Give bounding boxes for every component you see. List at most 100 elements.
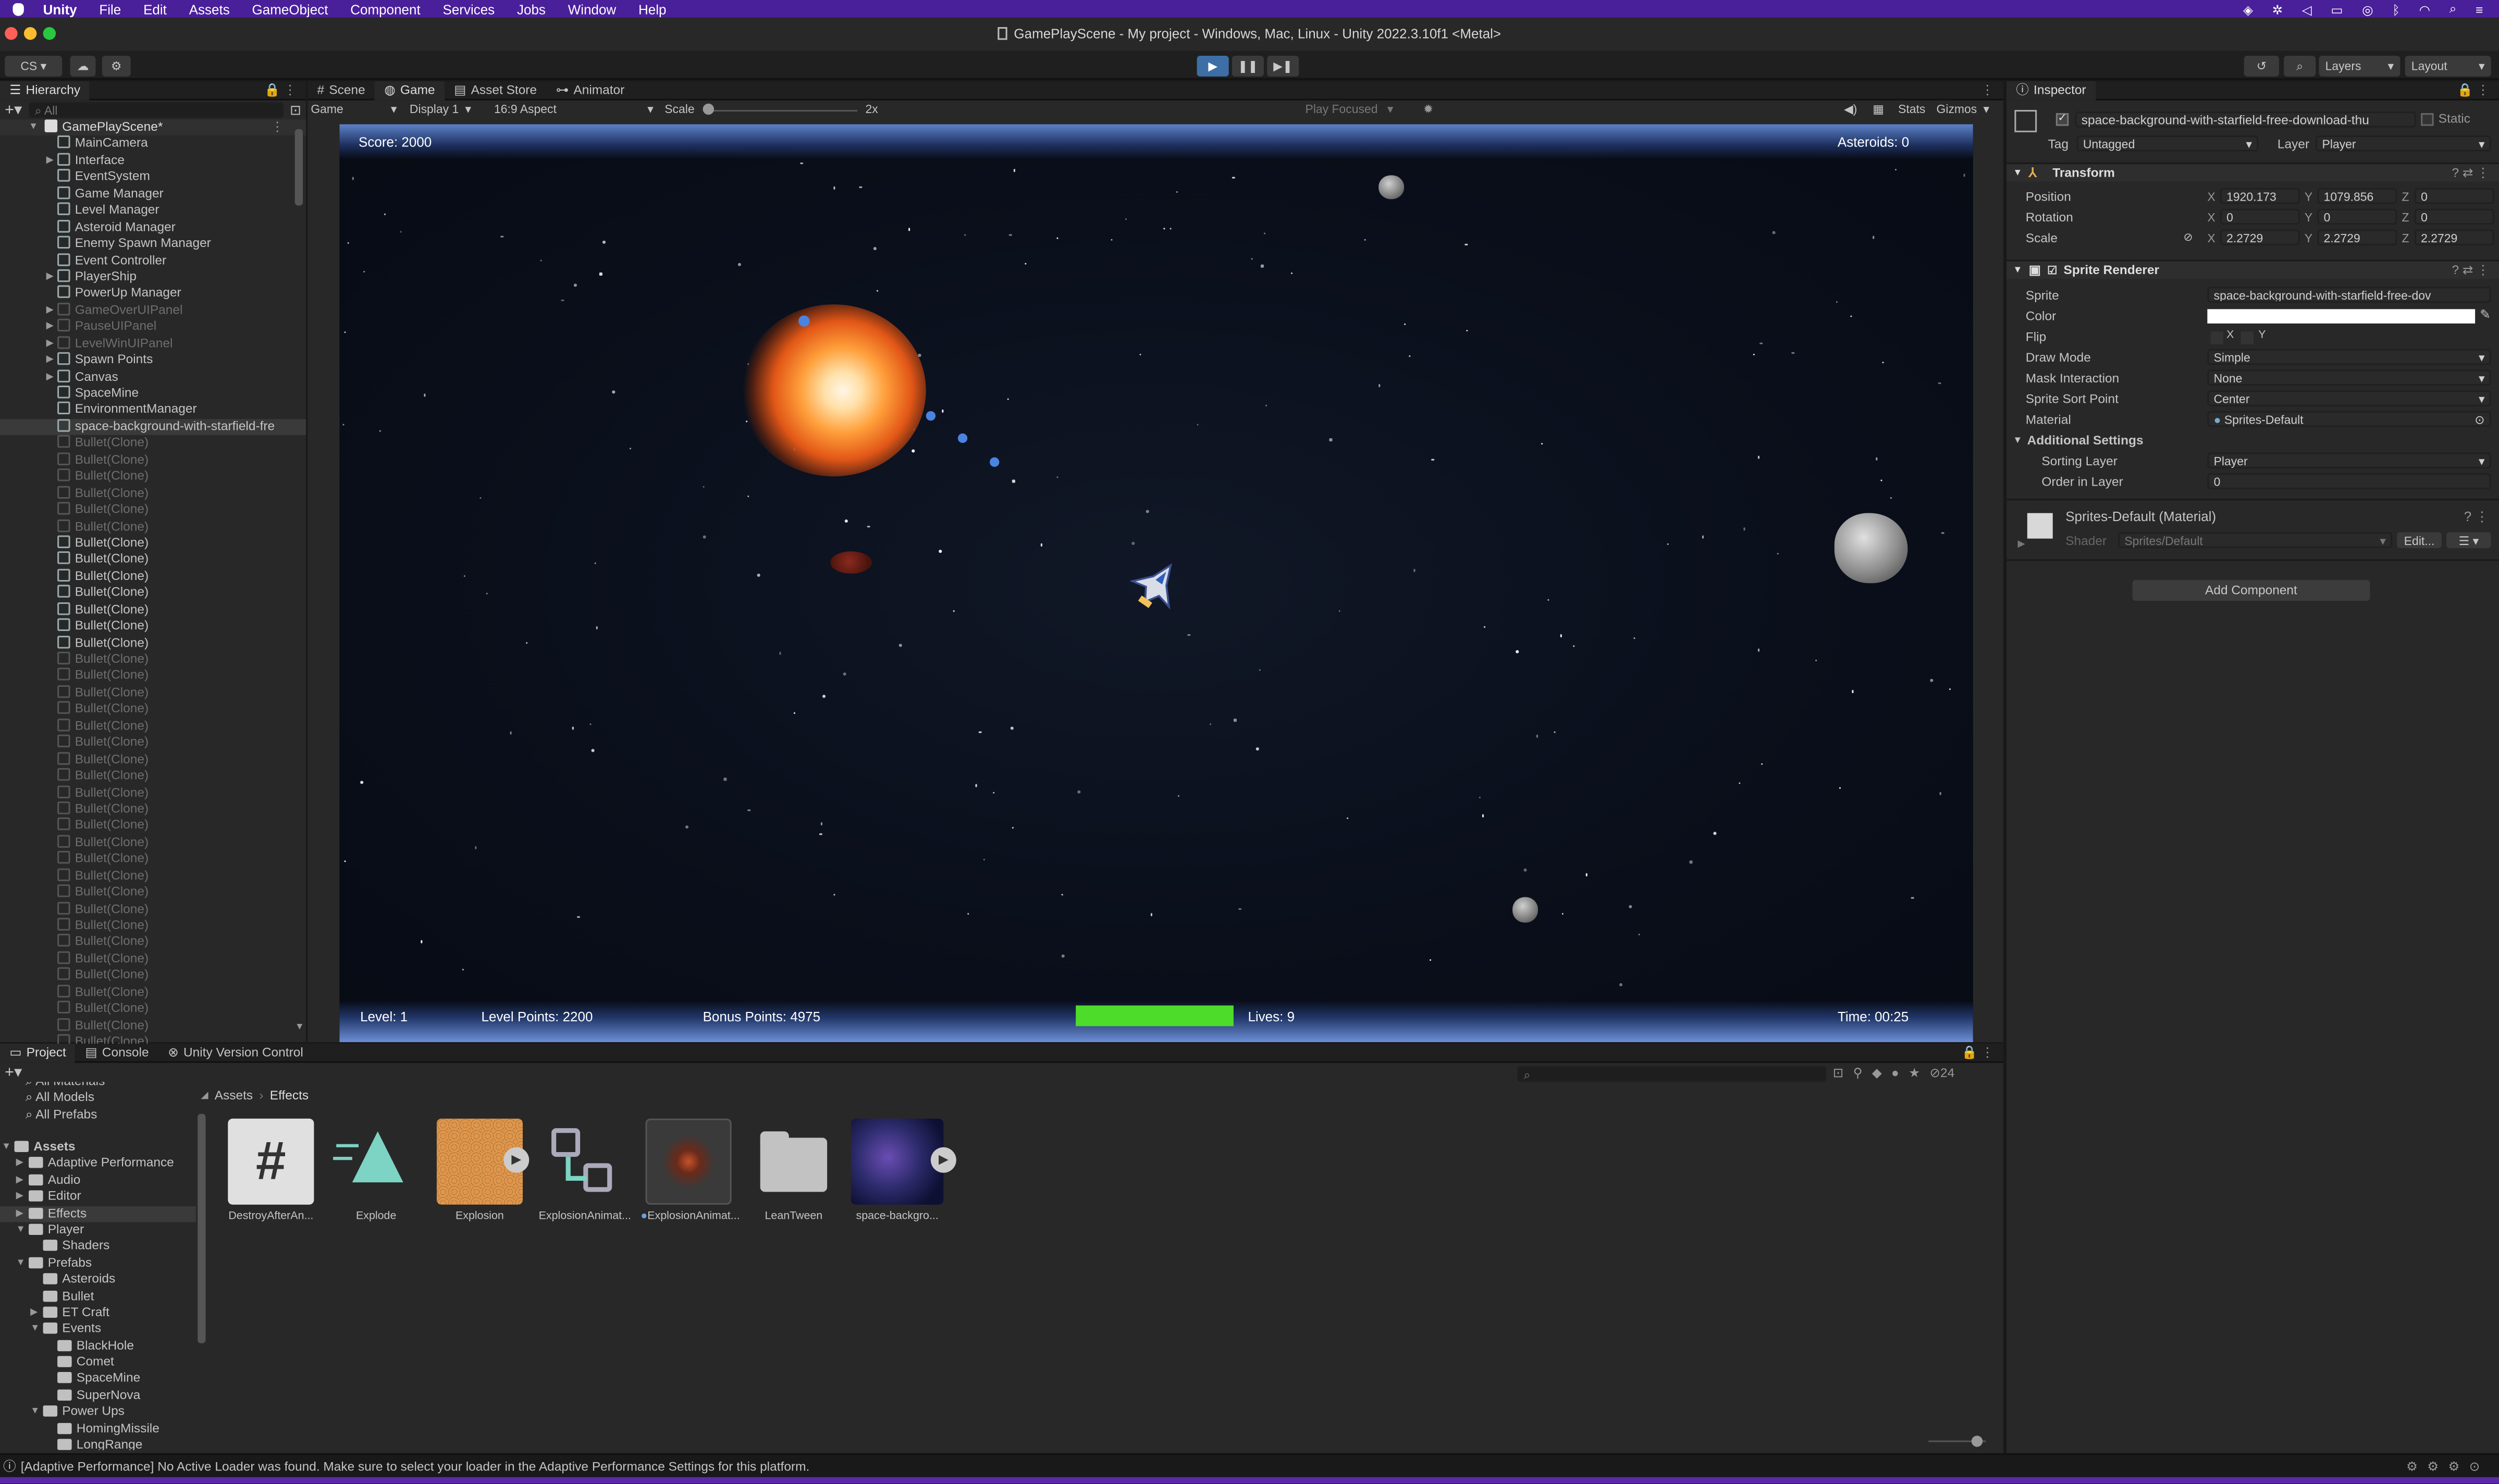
tab-animator[interactable]: ⊶ Animator [546, 80, 634, 100]
folder-item[interactable]: ▶ Editor [0, 1189, 196, 1206]
hierarchy-item[interactable]: ▶ PauseUIPanel [0, 319, 306, 336]
sprite-field[interactable]: space-background-with-starfield-free-dov [2207, 287, 2491, 303]
hierarchy-item[interactable]: Bullet(Clone) [0, 751, 306, 768]
search-by-label-icon[interactable]: ⚲ [1853, 1066, 1863, 1081]
expand-arrow-icon[interactable]: ▼ [16, 1255, 26, 1272]
transform-position-y-input[interactable]: 1079.856 [2317, 188, 2397, 204]
stats-button[interactable]: Stats [1898, 102, 1925, 117]
hierarchy-item[interactable]: Bullet(Clone) [0, 818, 306, 835]
hierarchy-item[interactable]: Game Manager [0, 186, 306, 203]
expand-arrow-icon[interactable]: ▶ [16, 1172, 23, 1189]
asset-explosion-animator[interactable]: ExplosionAnimat... [537, 1119, 633, 1222]
asset-space-background[interactable]: ▶ space-backgro... [850, 1118, 956, 1222]
component-menu-icon[interactable]: ? ⋮ [2464, 509, 2489, 526]
hierarchy-item[interactable]: Bullet(Clone) [0, 1017, 306, 1034]
hierarchy-item[interactable]: Bullet(Clone) [0, 785, 306, 801]
hierarchy-item[interactable]: Bullet(Clone) [0, 485, 306, 502]
folder-item[interactable]: Bullet [0, 1288, 196, 1305]
airdrop-icon[interactable]: ◎ [2362, 3, 2373, 17]
favorite-item[interactable]: ⌕ All Materials [26, 1082, 105, 1090]
scale-slider-handle[interactable] [703, 103, 714, 115]
transform-scale-z-input[interactable]: 2.2729 [2414, 229, 2494, 245]
control-center-icon[interactable]: ≡ [2476, 3, 2483, 17]
folder-item[interactable]: ▶ ET Craft [0, 1305, 196, 1321]
hierarchy-item[interactable]: Bullet(Clone) [0, 452, 306, 469]
transform-rotation-x-input[interactable]: 0 [2220, 208, 2300, 225]
hierarchy-item[interactable]: Bullet(Clone) [0, 468, 306, 486]
add-icon[interactable]: +▾ [5, 101, 22, 119]
hierarchy-item[interactable]: Bullet(Clone) [0, 801, 306, 818]
flip-x-checkbox[interactable] [2210, 331, 2223, 344]
hierarchy-item[interactable]: Bullet(Clone) [0, 701, 306, 718]
display-dropdown[interactable]: Display 1 ▾ [410, 102, 489, 117]
folder-item[interactable]: BlackHole [0, 1338, 196, 1355]
asset-explode[interactable]: Explode [328, 1119, 424, 1222]
panel-menu-icon[interactable]: 🔒 ⋮ [264, 83, 297, 97]
hierarchy-item[interactable]: ▶ GameOverUIPanel [0, 302, 306, 319]
mute-icon[interactable]: ◁ [2302, 3, 2312, 17]
game-viewport[interactable]: Score: 2000 Asteroids: 0 Level: 1 Level … [339, 124, 1973, 1042]
transform-scale-y-input[interactable]: 2.2729 [2317, 229, 2397, 245]
status-bar[interactable]: ⓘ [Adaptive Performance] No Active Loade… [0, 1453, 2499, 1477]
audio-icon[interactable]: ◀) [1844, 102, 1857, 117]
hierarchy-item[interactable]: Bullet(Clone) [0, 735, 306, 751]
transform-rotation-y-input[interactable]: 0 [2317, 208, 2397, 225]
expand-arrow-icon[interactable]: ▶ [30, 1305, 38, 1321]
account-dropdown[interactable]: CS ▾ [5, 56, 63, 77]
wifi-icon[interactable]: ◠ [2419, 3, 2430, 17]
hierarchy-item[interactable]: SpaceMine [0, 386, 306, 402]
hierarchy-item[interactable]: Bullet(Clone) [0, 601, 306, 619]
expand-arrow-icon[interactable]: ▶ [46, 319, 54, 336]
search-icon[interactable]: ⌕ [2284, 56, 2316, 77]
folder-item[interactable]: ▼ Events [0, 1321, 196, 1338]
layer-dropdown[interactable]: Player ▾ [2316, 135, 2491, 152]
tab-version-control[interactable]: ⊗ Unity Version Control [158, 1043, 313, 1062]
material-field[interactable]: ● Sprites-Default ⊙ [2207, 411, 2491, 427]
transform-rotation-z-input[interactable]: 0 [2414, 208, 2494, 225]
hierarchy-search-input[interactable]: ⌕ All [28, 102, 284, 118]
order-in-layer-input[interactable]: 0 [2207, 473, 2491, 489]
dropbox-icon[interactable]: ✲ [2272, 3, 2283, 17]
tab-asset-store[interactable]: ▤ Asset Store [445, 80, 546, 100]
hierarchy-item[interactable]: Bullet(Clone) [0, 651, 306, 669]
sprite-renderer-checkbox[interactable]: ☑ [2047, 264, 2057, 276]
tree-scrollbar[interactable] [198, 1114, 206, 1343]
color-swatch[interactable] [2207, 309, 2476, 324]
hidden-packages-icon[interactable]: ⊘24 [1929, 1066, 1954, 1081]
hierarchy-item[interactable]: Bullet(Clone) [0, 1001, 306, 1018]
hierarchy-item[interactable]: Bullet(Clone) [0, 968, 306, 984]
hierarchy-item[interactable]: Bullet(Clone) [0, 568, 306, 585]
scale-slider-track[interactable] [706, 110, 858, 112]
flip-y-checkbox[interactable] [2241, 331, 2254, 344]
hierarchy-item[interactable]: Bullet(Clone) [0, 435, 306, 452]
shader-edit-button[interactable]: Edit... [2397, 532, 2442, 548]
aspect-dropdown[interactable]: 16:9 Aspect ▾ [494, 102, 654, 117]
hierarchy-item[interactable]: Bullet(Clone) [0, 585, 306, 602]
menu-jobs[interactable]: Jobs [517, 1, 546, 17]
hierarchy-item[interactable]: Bullet(Clone) [0, 618, 306, 635]
folder-item[interactable]: ▶ Adaptive Performance [0, 1156, 196, 1172]
folder-item[interactable]: Asteroids [0, 1272, 196, 1289]
expand-arrow-icon[interactable]: ▶ [46, 336, 54, 352]
pause-button[interactable]: ❚❚ [1232, 56, 1264, 77]
layout-dropdown[interactable]: Layout ▾ [2405, 56, 2491, 77]
expand-arrow-icon[interactable]: ▼ [2, 1139, 11, 1156]
history-icon[interactable]: ↺ [2244, 56, 2279, 77]
transform-position-z-input[interactable]: 0 [2414, 188, 2494, 204]
tag-dropdown[interactable]: Untagged ▾ [2076, 135, 2259, 152]
hierarchy-item[interactable]: Bullet(Clone) [0, 984, 306, 1001]
eyedropper-icon[interactable]: ✎ [2480, 307, 2490, 322]
apple-icon[interactable] [13, 2, 24, 16]
hierarchy-item[interactable]: Asteroid Manager [0, 219, 306, 236]
hierarchy-item[interactable]: Bullet(Clone) [0, 851, 306, 868]
tab-scene[interactable]: # Scene [307, 80, 375, 100]
add-component-button[interactable]: Add Component [2132, 580, 2370, 601]
tag-icon[interactable]: ◆ [1872, 1066, 1882, 1081]
tab-console[interactable]: ▤ Console [76, 1043, 158, 1062]
tab-project[interactable]: ▭ Project [0, 1043, 76, 1062]
additional-settings-foldout[interactable]: ▼ Additional Settings [2013, 434, 2143, 448]
tab-inspector[interactable]: ⓘ Inspector [2006, 80, 2096, 100]
hierarchy-item[interactable]: Bullet(Clone) [0, 868, 306, 885]
folder-item[interactable]: Comet [0, 1355, 196, 1371]
expand-arrow-icon[interactable]: ▼ [30, 1321, 40, 1338]
